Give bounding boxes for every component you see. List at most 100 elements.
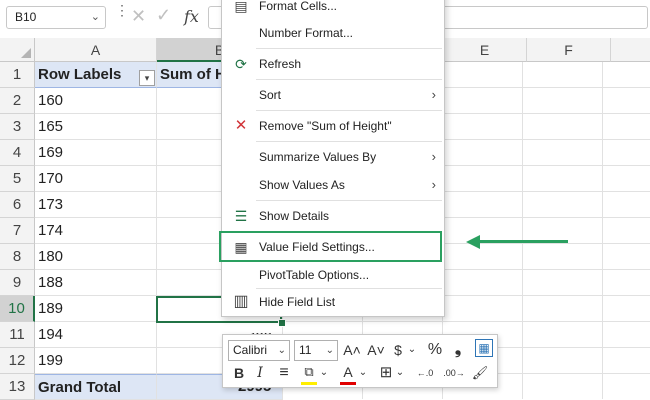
pivot-row-label[interactable]: 165 (35, 114, 157, 140)
remove-icon: ✕ (234, 117, 248, 134)
submenu-chevron-icon: › (431, 149, 436, 164)
row-header-3[interactable]: 3 (0, 114, 35, 140)
increase-decimal-icon[interactable]: ←.0 (412, 363, 438, 383)
chevron-down-icon[interactable]: ⌄ (319, 363, 329, 383)
menu-separator (256, 110, 442, 111)
column-header-a[interactable]: A (35, 38, 157, 62)
font-size-select[interactable]: 11 ⌄ (294, 340, 338, 361)
row-header-11[interactable]: 11 (0, 322, 35, 348)
format-table-icon[interactable]: ▦ (475, 339, 493, 357)
pivot-row-label[interactable]: 169 (35, 140, 157, 166)
insert-function-icon[interactable]: fx (184, 7, 199, 26)
name-box[interactable]: B10 ⌄ (6, 6, 106, 29)
row-header-7[interactable]: 7 (0, 218, 35, 244)
fill-color-icon[interactable]: ⧉ (301, 362, 317, 382)
pivot-row-label[interactable]: 174 (35, 218, 157, 244)
enter-icon[interactable]: ✓ (156, 5, 171, 26)
row-header-9[interactable]: 9 (0, 270, 35, 296)
menu-item-show-details[interactable]: ☰ Show Details (222, 203, 444, 229)
annotation-arrow-head-icon (466, 235, 480, 249)
menu-item-label: Show Values As (259, 178, 345, 192)
pivot-row-label[interactable]: 160 (35, 88, 157, 114)
pivot-row-label[interactable]: 188 (35, 270, 157, 296)
format-painter-icon[interactable]: 🖌 (470, 363, 490, 383)
menu-separator (256, 200, 442, 201)
menu-item-show-values-as[interactable]: Show Values As › (222, 172, 444, 198)
menu-separator (256, 141, 442, 142)
font-name-select[interactable]: Calibri ⌄ (228, 340, 290, 361)
refresh-icon: ⟳ (235, 56, 247, 72)
menu-item-pivottable-options[interactable]: PivotTable Options... (222, 262, 444, 288)
more-options-icon[interactable]: ⋮ (115, 3, 129, 24)
menu-item-refresh[interactable]: ⟳ Refresh (222, 51, 444, 77)
menu-item-format-cells[interactable]: ▤ Format Cells... (222, 0, 444, 19)
row-header-12[interactable]: 12 (0, 348, 35, 374)
row-header-6[interactable]: 6 (0, 192, 35, 218)
row-header-4[interactable]: 4 (0, 140, 35, 166)
select-all-corner[interactable] (0, 38, 35, 62)
chevron-down-icon[interactable]: ⌄ (358, 363, 368, 383)
percent-style-icon[interactable]: % (426, 340, 444, 360)
font-name-value: Calibri (233, 343, 268, 357)
chevron-down-icon[interactable]: ⌄ (395, 363, 405, 383)
pivot-row-label[interactable]: 173 (35, 192, 157, 218)
value-field-settings-highlight (219, 231, 442, 262)
row-labels-text: Row Labels (38, 66, 122, 83)
menu-item-remove-field[interactable]: ✕ Remove "Sum of Height" (222, 113, 444, 139)
submenu-chevron-icon: › (431, 87, 436, 102)
cancel-icon[interactable]: ✕ (131, 6, 146, 27)
chevron-down-icon: ⌄ (277, 345, 286, 356)
pivot-row-label[interactable]: 170 (35, 166, 157, 192)
currency-format-icon[interactable]: $ (390, 340, 406, 360)
comma-style-icon[interactable]: ❟ (451, 340, 465, 360)
row-header-8[interactable]: 8 (0, 244, 35, 270)
row-header-10[interactable]: 10 (0, 296, 35, 322)
column-header-g[interactable] (611, 38, 650, 62)
context-menu: ▤ Format Cells... Number Format... ⟳ Ref… (221, 0, 445, 317)
menu-item-label: Sort (259, 88, 282, 102)
decrease-decimal-icon[interactable]: .00→ (441, 363, 467, 383)
font-color-bar (340, 382, 356, 385)
menu-item-hide-field-list[interactable]: ▥ Hide Field List (222, 289, 444, 315)
increase-font-size-icon[interactable]: A˄ (342, 340, 362, 360)
borders-icon[interactable]: ⊞ (378, 363, 394, 383)
filter-dropdown-icon[interactable]: ▾ (139, 70, 155, 86)
format-cells-icon: ▤ (234, 0, 248, 14)
pivot-row-label[interactable]: 189 (35, 296, 157, 322)
pivot-row-label[interactable]: 180 (35, 244, 157, 270)
row-header-1[interactable]: 1 (0, 62, 35, 88)
menu-item-number-format[interactable]: Number Format... (222, 20, 444, 46)
chevron-down-icon[interactable]: ⌄ (407, 340, 417, 360)
font-color-icon[interactable]: A (340, 362, 356, 382)
name-box-dropdown-icon[interactable]: ⌄ (91, 7, 100, 28)
mini-toolbar: Calibri ⌄ 11 ⌄ A˄ A˅ $ ⌄ % ❟ ▦ B I ≡ ⧉ ⌄… (222, 334, 498, 388)
menu-item-sort[interactable]: Sort › (222, 82, 444, 108)
name-box-value: B10 (15, 10, 37, 24)
menu-item-summarize-values-by[interactable]: Summarize Values By › (222, 144, 444, 170)
menu-item-label: Hide Field List (259, 295, 336, 309)
italic-icon[interactable]: I (253, 363, 267, 383)
bold-icon[interactable]: B (231, 363, 247, 383)
menu-separator (256, 48, 442, 49)
row-header-13[interactable]: 13 (0, 374, 35, 400)
menu-item-label: Show Details (259, 209, 330, 223)
row-header-2[interactable]: 2 (0, 88, 35, 114)
menu-item-label: PivotTable Options... (259, 268, 370, 282)
fill-handle[interactable] (278, 319, 286, 327)
menu-separator (256, 79, 442, 80)
grand-total-label[interactable]: Grand Total (35, 374, 157, 400)
menu-item-label: Refresh (259, 57, 302, 71)
column-header-f[interactable]: F (527, 38, 611, 62)
pivot-row-label[interactable]: 194 (35, 322, 157, 348)
row-header-5[interactable]: 5 (0, 166, 35, 192)
decrease-font-size-icon[interactable]: A˅ (366, 340, 386, 360)
pivot-row-label[interactable]: 199 (35, 348, 157, 374)
fill-color-bar (301, 382, 317, 385)
font-size-value: 11 (299, 343, 312, 357)
submenu-chevron-icon: › (431, 177, 436, 192)
menu-item-label: Number Format... (259, 26, 354, 40)
center-align-icon[interactable]: ≡ (275, 363, 293, 383)
menu-item-label: Summarize Values By (259, 150, 377, 164)
show-details-icon: ☰ (234, 208, 248, 224)
column-header-e[interactable]: E (443, 38, 527, 62)
